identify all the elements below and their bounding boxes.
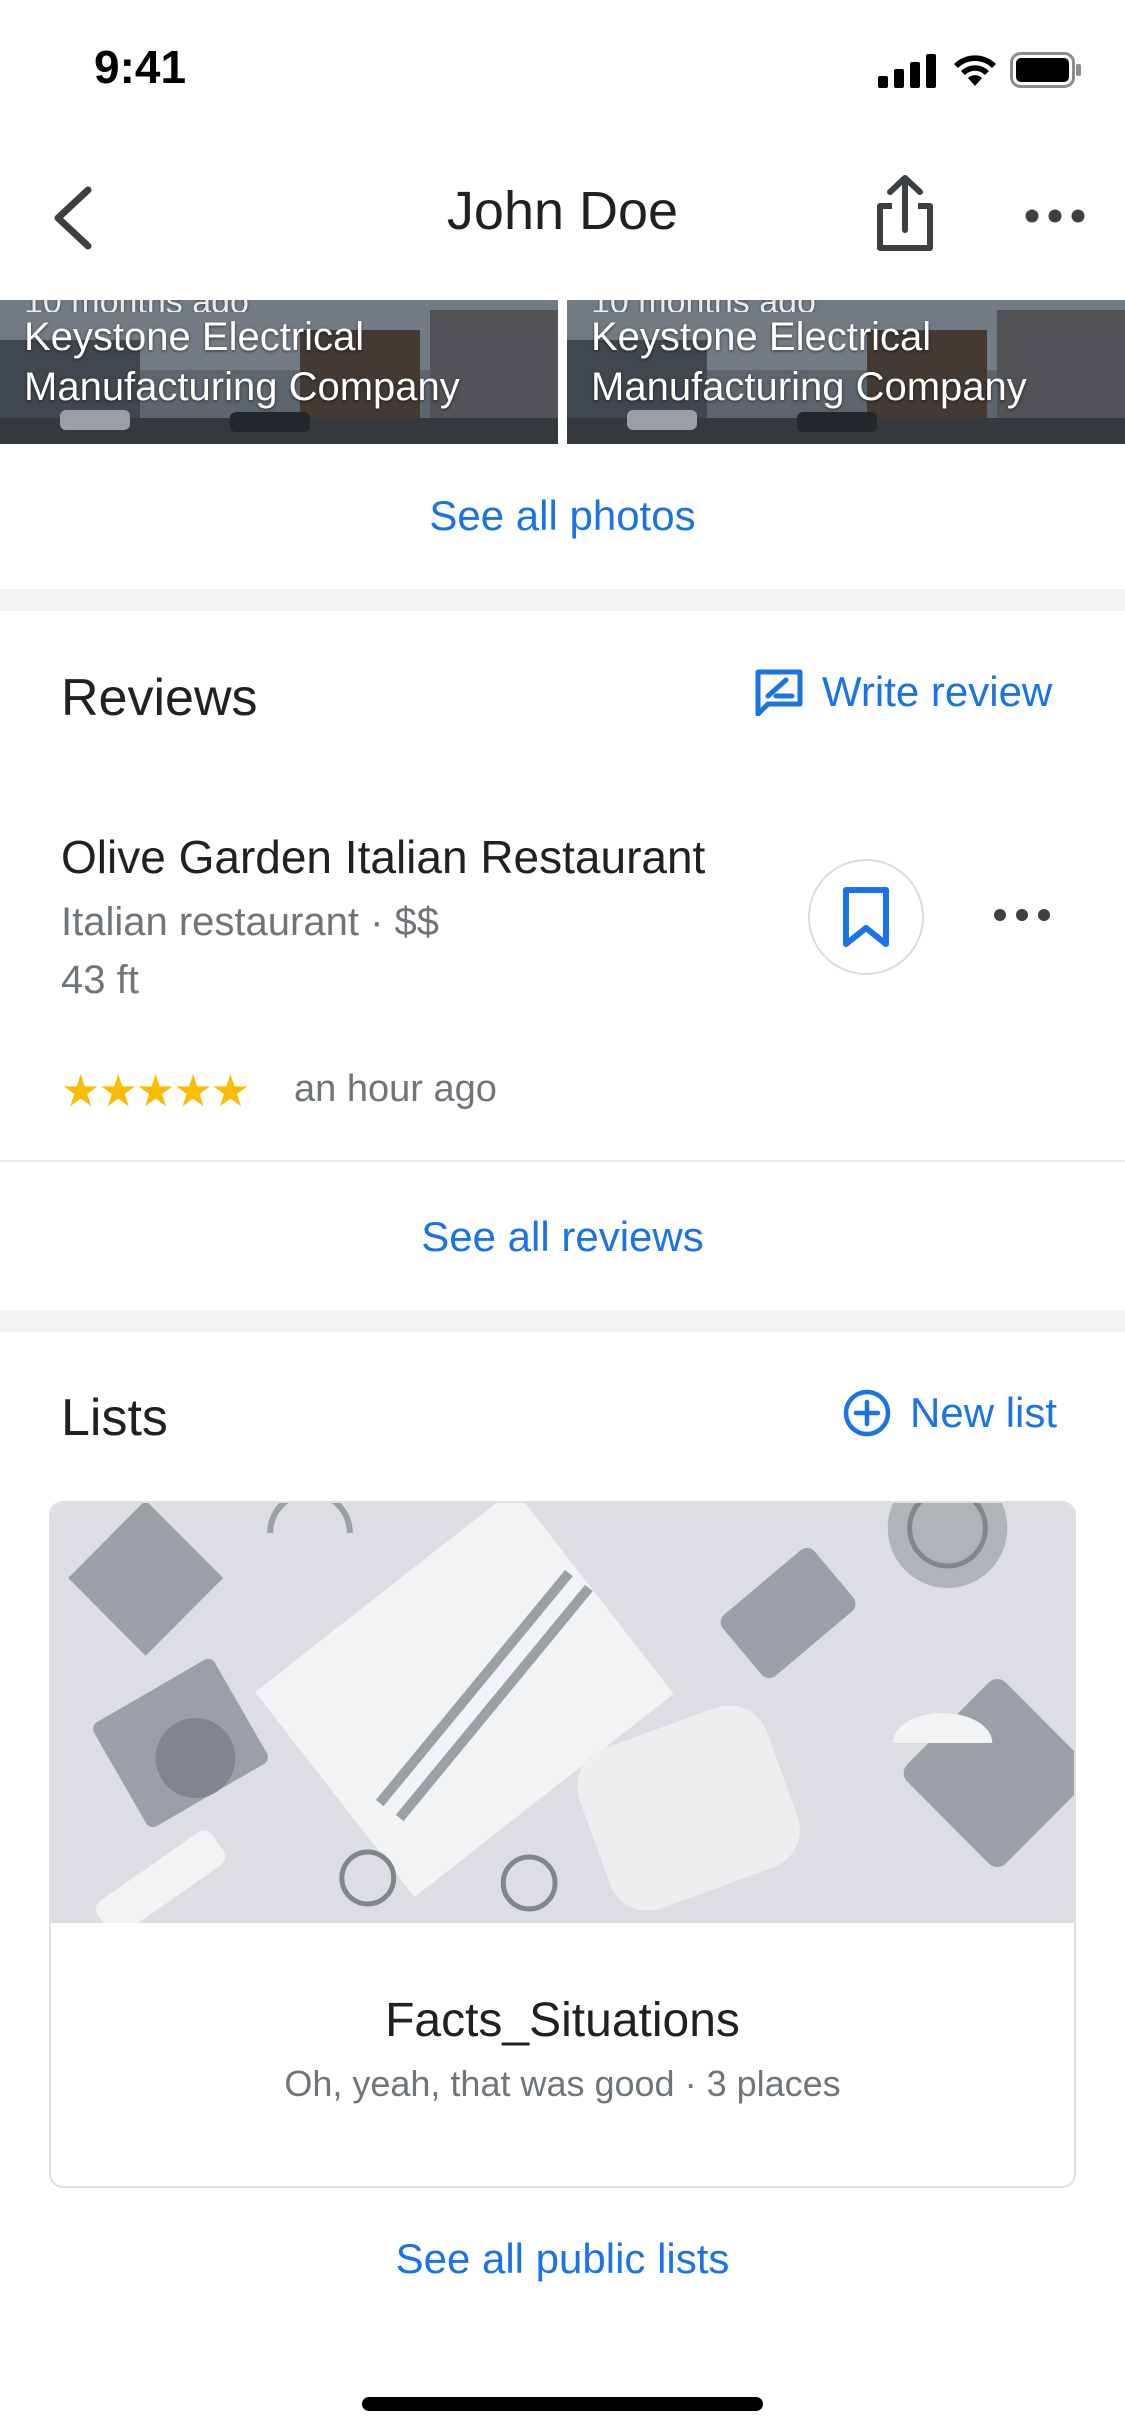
see-all-photos-link[interactable]: See all photos	[0, 492, 1125, 540]
wifi-icon	[954, 55, 996, 86]
list-meta: Oh, yeah, that was good · 3 places	[284, 2063, 841, 2104]
status-time: 9:41	[94, 41, 187, 93]
photo-date: 10 months ago	[591, 300, 1111, 312]
write-review-icon	[755, 669, 803, 716]
place-distance: 43 ft	[61, 958, 139, 1002]
see-all-public-lists-link[interactable]: See all public lists	[0, 2235, 1125, 2283]
home-indicator[interactable]	[362, 2397, 763, 2411]
section-divider	[0, 589, 1125, 611]
photo-tile[interactable]: 10 months ago Keystone Electrical Manufa…	[567, 300, 1125, 444]
list-card[interactable]: Facts_Situations Oh, yeah, that was good…	[49, 1501, 1076, 2188]
photo-caption: Keystone Electrical Manufacturing Compan…	[24, 315, 460, 409]
reviews-title: Reviews	[61, 669, 258, 727]
see-all-reviews-link[interactable]: See all reviews	[0, 1213, 1125, 1261]
save-place-button[interactable]	[808, 859, 924, 975]
place-category: Italian restaurant · $$	[61, 900, 439, 944]
lists-title: Lists	[61, 1389, 168, 1447]
write-review-label: Write review	[822, 668, 1053, 715]
signal-icon	[878, 54, 936, 88]
more-icon	[1025, 209, 1085, 223]
list-name: Facts_Situations	[385, 1994, 740, 2047]
battery-icon	[1010, 52, 1081, 88]
share-icon	[877, 175, 933, 251]
add-circle-icon	[843, 1389, 891, 1437]
bookmark-icon	[843, 887, 889, 947]
photo-date: 10 months ago	[24, 300, 544, 312]
review-more-button[interactable]	[990, 895, 1054, 935]
list-illustration	[51, 1503, 1074, 1923]
more-options-button[interactable]	[1020, 190, 1090, 250]
page-title: John Doe	[446, 181, 679, 241]
photo-tile[interactable]: 10 months ago Keystone Electrical Manufa…	[0, 300, 558, 444]
more-icon	[994, 909, 1050, 921]
share-button[interactable]	[860, 170, 950, 270]
section-divider	[0, 1310, 1125, 1332]
new-list-label: New list	[910, 1389, 1058, 1436]
photo-caption: Keystone Electrical Manufacturing Compan…	[591, 315, 1027, 409]
place-name[interactable]: Olive Garden Italian Restaurant	[61, 830, 705, 884]
review-time: an hour ago	[294, 1068, 497, 1110]
star-rating: ★★★★★	[61, 1067, 250, 1116]
write-review-button[interactable]: Write review	[754, 668, 1052, 716]
new-list-button[interactable]: New list	[842, 1388, 1057, 1438]
row-divider	[0, 1160, 1125, 1162]
